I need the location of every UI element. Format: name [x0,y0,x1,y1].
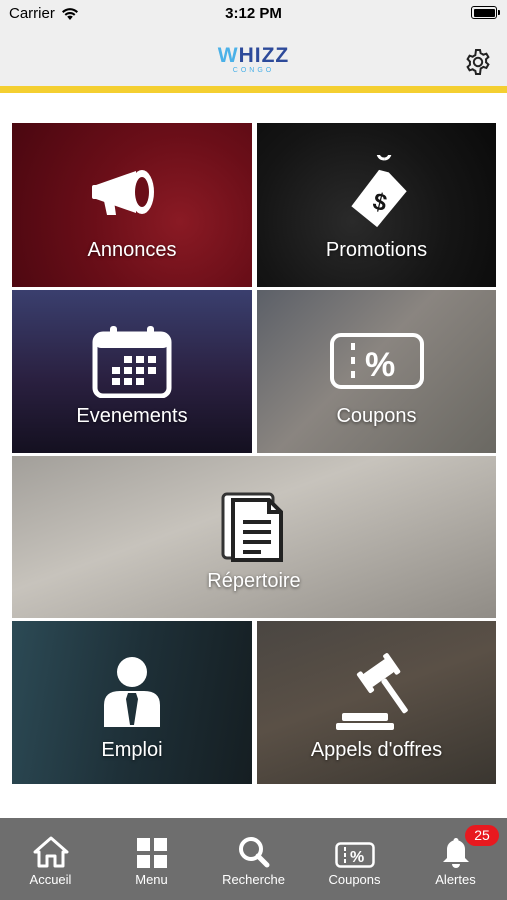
search-icon [238,837,269,868]
tile-label: Promotions [325,239,428,261]
header-accent-bar [0,86,507,93]
price-tag-icon: $ [257,155,496,233]
grid-icon [136,838,167,868]
tile-label: Evenements [76,405,188,427]
app-header: WHIZZ CONGO [0,28,507,86]
tab-label: Coupons [328,872,381,887]
megaphone-icon [12,163,252,223]
tile-emploi[interactable]: Emploi [12,621,252,784]
gear-icon[interactable] [463,47,493,77]
tile-label: Répertoire [207,570,301,592]
tab-accueil[interactable]: Accueil [0,818,101,900]
tab-coupons[interactable]: % Coupons [304,818,405,900]
tile-repertoire[interactable]: Répertoire [12,456,496,618]
app-logo: WHIZZ CONGO [0,44,507,75]
tile-annonces[interactable]: Annonces [12,123,252,287]
tile-label: Emploi [101,739,163,761]
tile-label: Annonces [87,239,177,261]
tab-label: Menu [135,872,168,887]
clock: 3:12 PM [225,5,282,22]
document-icon [12,490,496,564]
tile-evenements[interactable]: Evenements [12,290,252,453]
tile-coupons[interactable]: % Coupons [257,290,496,453]
tile-promotions[interactable]: $ Promotions [257,123,496,287]
coupon-icon: % [334,842,375,868]
alerts-count-badge: 25 [465,825,499,846]
tab-bar: Accueil Menu Recherche % Coupons Alertes… [0,818,507,900]
tab-label: Accueil [29,872,72,887]
businessman-icon [12,655,252,729]
logo-subtitle: CONGO [232,67,275,74]
svg-text:%: % [350,849,364,866]
svg-text:%: % [365,346,395,384]
tab-menu[interactable]: Menu [101,818,202,900]
status-bar: Carrier 3:12 PM [0,0,507,28]
tab-recherche[interactable]: Recherche [203,818,304,900]
gavel-icon [257,651,496,731]
tab-label: Alertes [435,872,476,887]
tile-label: Coupons [336,405,417,427]
tile-label: Appels d'offres [310,739,443,761]
tile-appels-d-offres[interactable]: Appels d'offres [257,621,496,784]
calendar-icon [12,324,252,398]
tab-label: Recherche [222,872,285,887]
logo-wordmark: WHIZZ [217,44,290,67]
tab-alertes[interactable]: Alertes 25 [405,818,506,900]
coupon-icon: % [257,332,496,390]
home-icon [33,836,68,868]
battery-icon [471,6,500,19]
